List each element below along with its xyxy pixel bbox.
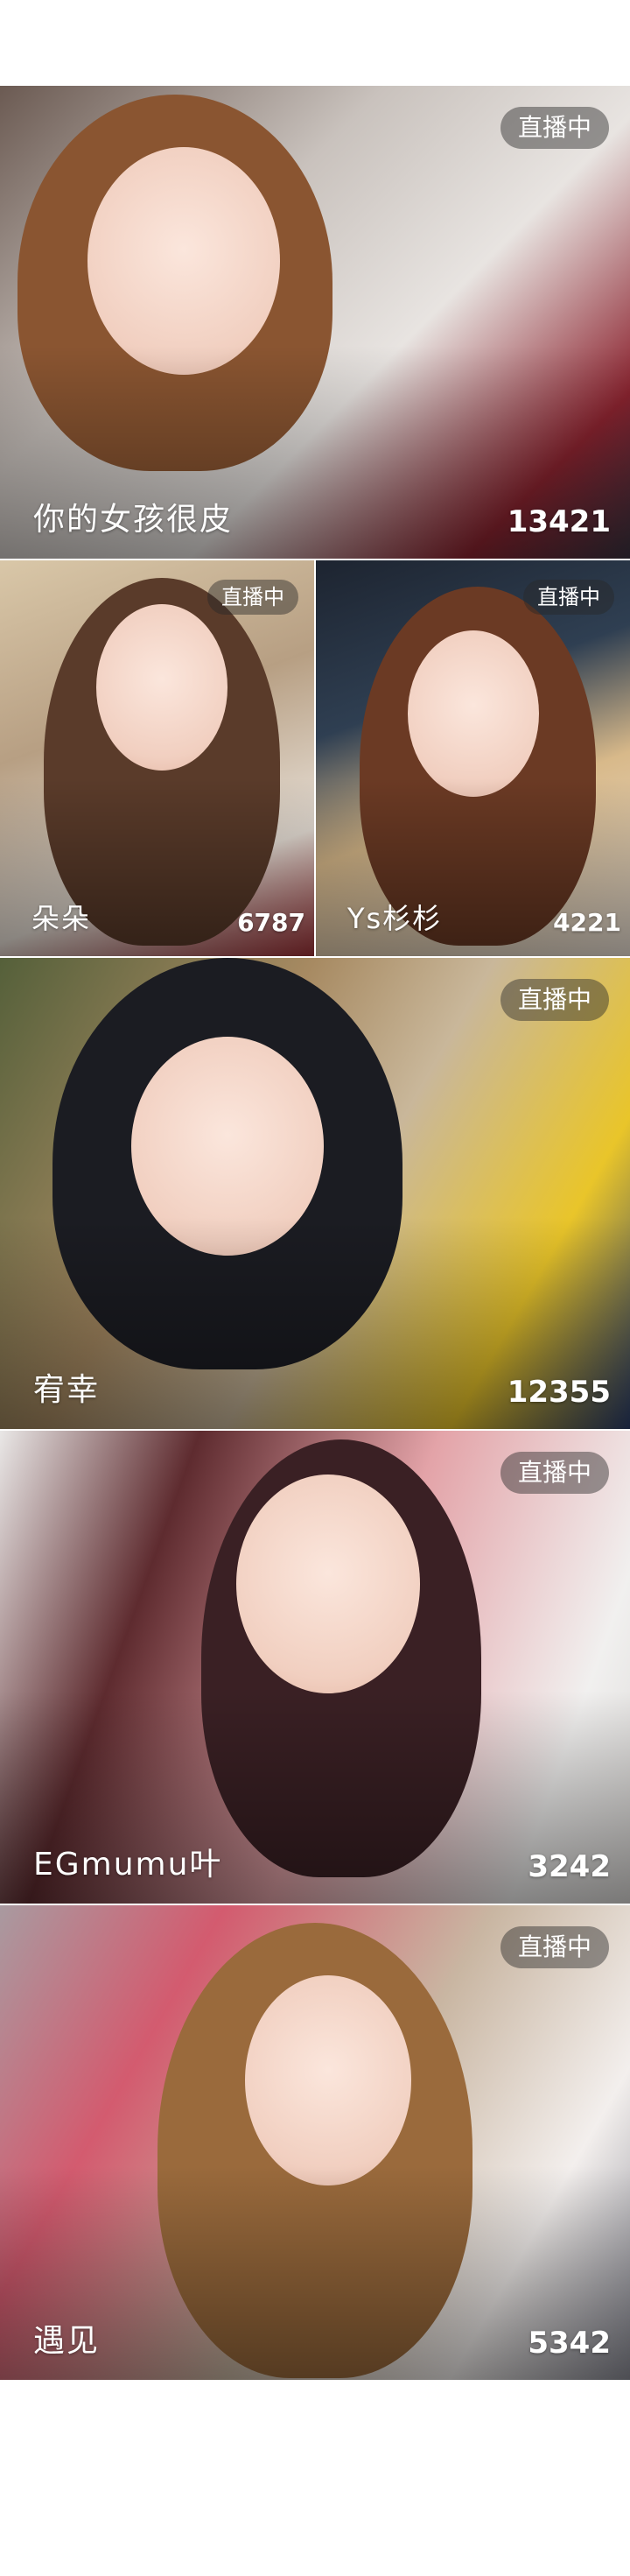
live-badge: 直播中	[523, 580, 614, 615]
streamer-name: 朵朵	[32, 902, 92, 935]
live-badge: 直播中	[500, 1452, 609, 1494]
live-badge: 直播中	[500, 1926, 609, 1968]
stream-card[interactable]: 直播中 Ys杉杉 4221	[316, 560, 630, 956]
stream-card[interactable]: 直播中 遇见 5342	[0, 1905, 630, 2380]
viewer-count: 6787	[237, 908, 305, 937]
viewer-count: 5342	[528, 2326, 611, 2361]
viewer-count: 12355	[507, 1375, 611, 1410]
streamer-name: 遇见	[33, 2323, 101, 2359]
live-badge: 直播中	[500, 107, 609, 149]
streamer-name: 你的女孩很皮	[33, 502, 234, 538]
streamer-name: Ys杉杉	[347, 902, 443, 935]
stream-card[interactable]: 直播中 朵朵 6787	[0, 560, 314, 956]
live-stream-feed: 直播中 你的女孩很皮 13421 直播中 朵朵 6787 直播中 Ys杉杉 42…	[0, 86, 630, 2380]
live-badge: 直播中	[207, 580, 298, 615]
stream-card[interactable]: 直播中 宥幸 12355	[0, 958, 630, 1429]
viewer-count: 4221	[553, 908, 621, 937]
streamer-name: 宥幸	[33, 1372, 101, 1408]
viewer-count: 13421	[507, 504, 611, 539]
streamer-name: EGmumu叶	[33, 1847, 223, 1883]
stream-card[interactable]: 直播中 EGmumu叶 3242	[0, 1431, 630, 1904]
live-badge: 直播中	[500, 979, 609, 1021]
stream-card[interactable]: 直播中 你的女孩很皮 13421	[0, 86, 630, 559]
viewer-count: 3242	[528, 1849, 611, 1884]
